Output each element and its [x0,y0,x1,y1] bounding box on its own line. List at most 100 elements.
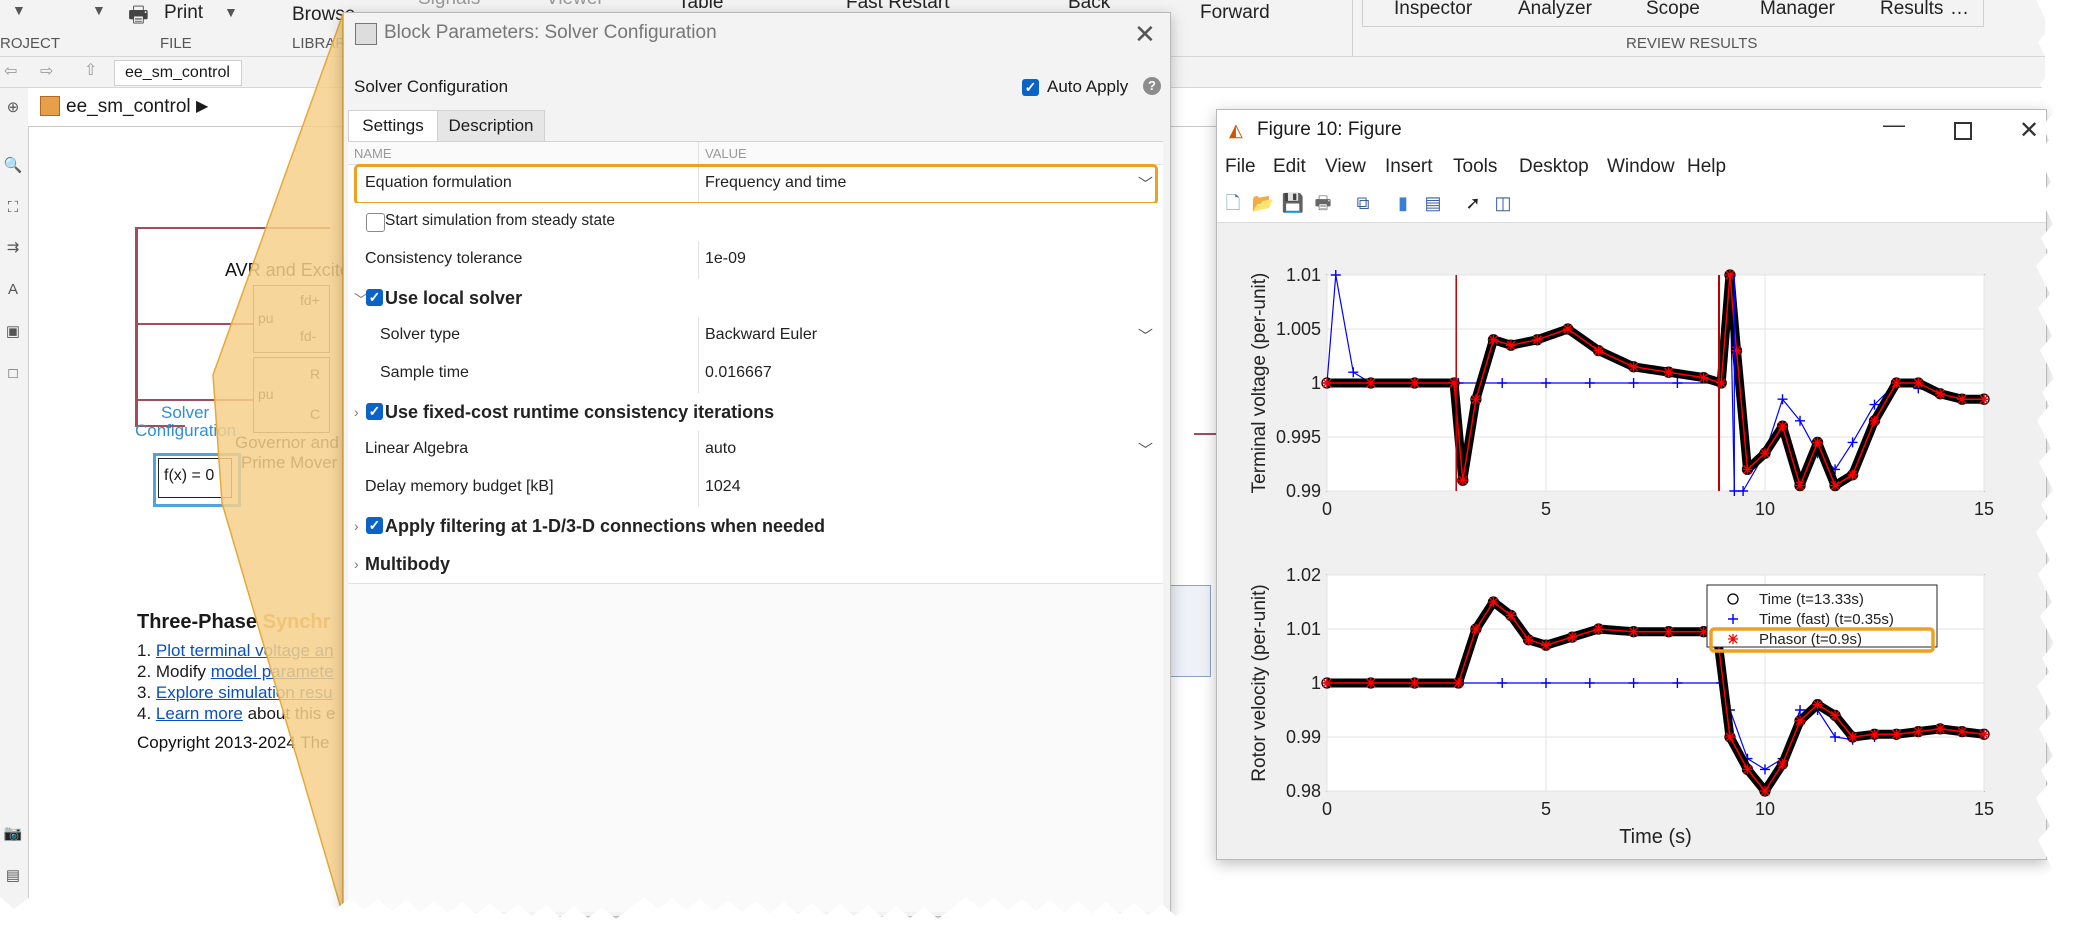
link-plot-icon[interactable]: ⧉ [1351,191,1375,215]
step-link[interactable]: model paramete [211,662,334,681]
param-row-delay-memory[interactable]: Delay memory budget [kB] 1024 [348,469,1163,508]
menu-window[interactable]: Window [1607,156,1675,178]
sample-time-field[interactable]: 0.016667 [705,364,772,382]
consistency-tolerance-field[interactable]: 1e-09 [705,250,746,268]
camera-icon[interactable]: 📷 [3,826,23,842]
annotation-icon[interactable]: A [3,282,23,298]
area-icon[interactable]: □ [3,366,23,382]
help-icon[interactable]: ? [1143,77,1161,95]
param-row-fixed-cost[interactable]: › ✓ Use fixed-cost runtime consistency i… [348,393,1163,432]
param-row-consistency-tolerance[interactable]: Consistency tolerance 1e-09 [348,241,1163,280]
breadcrumb-model[interactable]: ee_sm_control [125,64,230,82]
apply-filtering-checkbox[interactable]: ✓ [366,517,383,534]
menu-file[interactable]: File [1225,156,1256,178]
printer-icon[interactable]: 🖶 [128,0,149,36]
wire[interactable] [135,227,330,229]
step-link[interactable]: Learn more [156,704,243,723]
print-icon[interactable]: 🖶 [1311,191,1335,215]
hide-show-icon[interactable]: ⊕ [3,100,23,116]
breadcrumb[interactable]: ee_sm_control [114,60,242,86]
data-point [1913,726,1924,737]
step-link[interactable]: Plot terminal voltage an [156,641,334,660]
figure-title-bar[interactable]: ◭ Figure 10: Figure — ✕ [1217,110,2046,150]
model-browser-icon[interactable]: ▤ [3,868,23,884]
zoom-icon[interactable]: 🔍 [3,158,23,174]
minimize-icon[interactable]: — [1883,112,1905,138]
image-icon[interactable]: ▣ [3,324,23,340]
y-tick-label: 1 [1311,673,1321,693]
auto-apply-checkbox[interactable]: ✓ [1022,79,1039,96]
y-tick-label: 1 [1311,373,1321,393]
x-tick-label: 5 [1541,799,1551,819]
colorbar-icon[interactable]: ▮ [1391,191,1415,215]
data-point [1716,378,1727,388]
save-icon[interactable]: 💾 [1281,191,1305,215]
avr-exciter-block[interactable]: fd+ pu fd- [253,285,330,353]
param-row-solver-type[interactable]: Solver type Backward Euler ﹀ [348,317,1163,356]
tab-arrow-icon[interactable]: ▶ [196,96,208,116]
governor-block[interactable]: pu R C [253,357,330,433]
data-point [1760,786,1770,796]
solver-type-select[interactable]: Backward Euler [705,326,817,344]
dropdown-arrow-icon[interactable]: ▼ [12,2,26,18]
close-icon[interactable]: ✕ [2019,116,2039,145]
chevron-down-icon[interactable]: ﹀ [1138,439,1153,460]
signals-button[interactable]: Signals [418,0,480,10]
param-row-sample-time[interactable]: Sample time 0.016667 [348,355,1163,394]
property-editor-icon[interactable]: ◫ [1491,191,1515,215]
wire[interactable] [135,227,138,425]
param-row-linear-algebra[interactable]: Linear Algebra auto ﹀ [348,431,1163,470]
fit-view-icon[interactable]: ⛶ [3,200,23,216]
chevron-right-icon[interactable]: › [354,518,359,534]
dialog-title-bar[interactable]: Block Parameters: Solver Configuration ✕ [344,13,1170,55]
model-tab[interactable]: ee_sm_control ▶ [38,92,218,122]
maximize-icon[interactable] [1954,122,1972,140]
back-arrow-icon[interactable]: ⇦ [4,61,17,81]
step-link[interactable]: Explore simulation resu [156,683,333,702]
menu-tools[interactable]: Tools [1453,156,1497,178]
dropdown-arrow-icon[interactable]: ▼ [92,2,106,18]
delay-memory-field[interactable]: 1024 [705,478,741,496]
chevron-right-icon[interactable]: › [354,404,359,420]
linear-algebra-select[interactable]: auto [705,440,736,458]
pointer-icon[interactable]: ➚ [1461,191,1485,215]
param-row-equation-formulation[interactable]: Equation formulation Frequency and time … [348,164,1163,205]
port-pu: pu [258,386,274,402]
menu-help[interactable]: Help [1687,156,1726,178]
param-row-use-local-solver[interactable]: ﹀ ✓ Use local solver [348,279,1163,318]
menu-edit[interactable]: Edit [1273,156,1306,178]
param-row-apply-filtering[interactable]: › ✓ Apply filtering at 1-D/3-D connectio… [348,507,1163,546]
print-dropdown-icon[interactable]: ▼ [224,4,238,20]
solver-config-block[interactable]: f(x) = 0 [153,453,241,507]
data-point [1663,367,1674,378]
close-icon[interactable]: ✕ [1134,21,1156,47]
param-row-steady-state[interactable]: Start simulation from steady state [348,203,1163,242]
data-point [1628,361,1639,372]
legend-icon[interactable]: ▤ [1421,191,1445,215]
param-row-multibody[interactable]: › Multibody [348,545,1163,584]
tab-description[interactable]: Description [437,110,545,141]
dialog-header: Solver Configuration ✓ Auto Apply ? [344,56,1170,106]
viewer-button[interactable]: Viewer [546,0,604,10]
section-review-results: REVIEW RESULTS [1626,35,1758,52]
print-button[interactable]: Print [164,2,203,24]
forward-arrow-icon[interactable]: ⇨ [40,61,53,81]
fixed-cost-checkbox[interactable]: ✓ [366,403,383,420]
menu-insert[interactable]: Insert [1385,156,1433,178]
open-file-icon[interactable]: 📂 [1251,191,1275,215]
menu-desktop[interactable]: Desktop [1519,156,1589,178]
signal-arrow-icon[interactable]: ⇉ [3,240,23,256]
new-figure-icon[interactable]: 🗋 [1221,191,1245,215]
section-project: ROJECT [0,35,60,52]
highlight-box [354,164,1158,205]
data-point [1562,324,1573,334]
up-arrow-icon[interactable]: ⇧ [84,60,97,80]
local-solver-checkbox[interactable]: ✓ [366,289,383,306]
tab-settings[interactable]: Settings [348,110,438,141]
chevron-down-icon[interactable]: ﹀ [1138,325,1153,346]
steady-state-checkbox[interactable] [366,213,385,232]
chevron-right-icon[interactable]: › [354,556,359,572]
menu-view[interactable]: View [1325,156,1366,178]
step-forward-button[interactable]: Forward [1200,2,1270,24]
data-point [1698,372,1709,383]
